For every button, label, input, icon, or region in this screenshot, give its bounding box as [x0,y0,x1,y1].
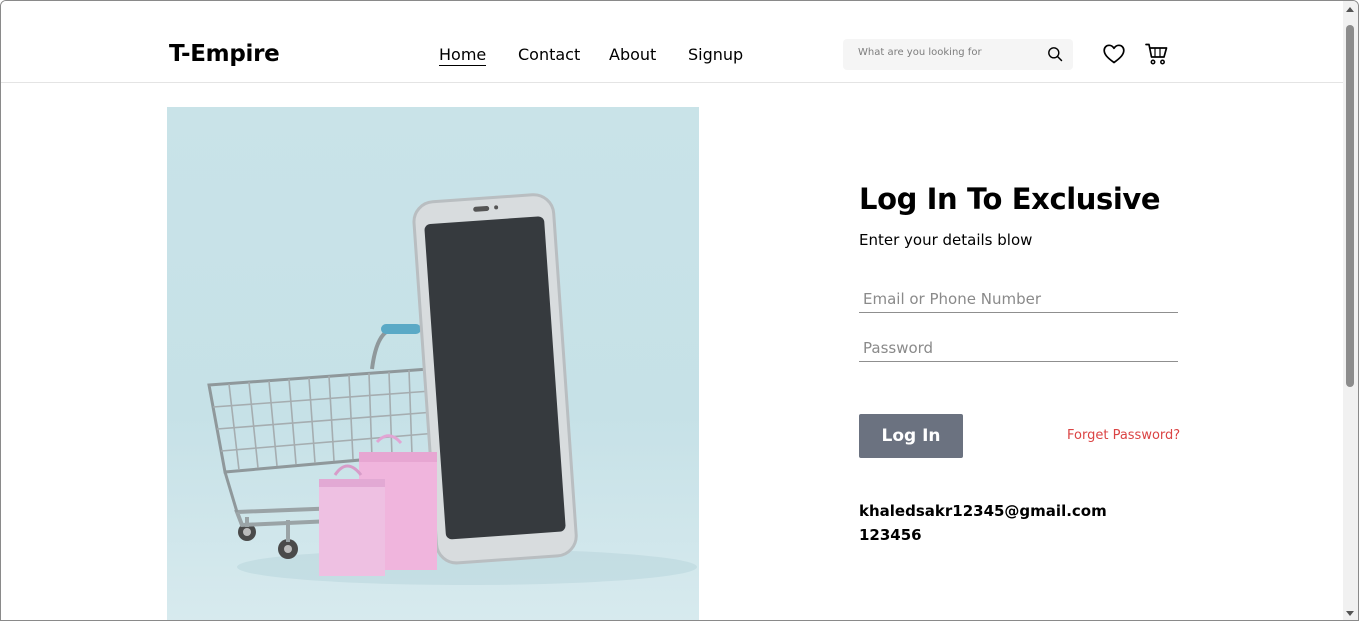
scroll-down-icon[interactable] [1346,611,1354,616]
nav-about[interactable]: About [609,45,656,64]
forgot-password-link[interactable]: Forget Password? [1067,428,1180,443]
credentials-password: 123456 [859,526,922,544]
scroll-thumb[interactable] [1346,25,1354,387]
nav-home[interactable]: Home [439,45,487,66]
hero-image [167,107,699,620]
cart-icon[interactable] [1145,43,1168,65]
site-header: T-Empire Home Contact About Signup [1,1,1345,83]
vertical-scrollbar[interactable] [1343,1,1358,620]
nav-signup[interactable]: Signup [688,45,743,64]
login-button[interactable]: Log In [859,414,963,458]
password-field-wrapper [859,336,1178,362]
email-field[interactable] [859,287,1178,311]
nav-contact[interactable]: Contact [518,45,580,64]
heart-icon[interactable] [1103,44,1125,64]
credentials-email: khaledsakr12345@gmail.com [859,502,1107,520]
search-input[interactable] [858,47,1033,58]
shopping-illustration [207,193,697,585]
browser-frame: T-Empire Home Contact About Signup What … [0,0,1359,621]
login-form: Log In To Exclusive Enter your details b… [859,181,1180,544]
search-icon[interactable] [1047,46,1063,62]
password-field[interactable] [859,336,1178,360]
login-subtitle: Enter your details blow [859,231,1033,249]
site-logo[interactable]: T-Empire [169,41,280,67]
email-field-wrapper [859,287,1178,313]
login-title: Log In To Exclusive [859,182,1161,216]
search-box [843,39,1073,70]
scroll-up-icon[interactable] [1346,7,1354,12]
